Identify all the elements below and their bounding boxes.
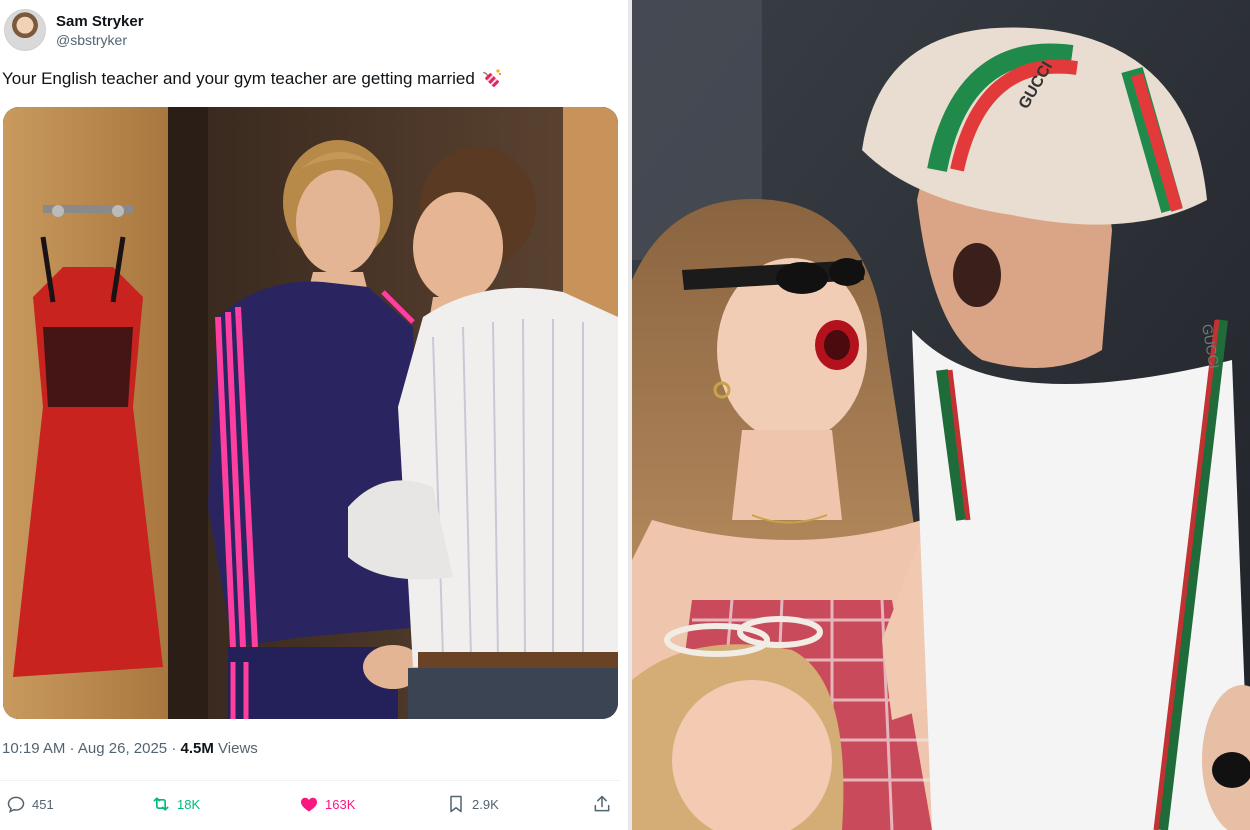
celebrity-photo: GUCCI GUCCI <box>632 0 1250 830</box>
tweet-header: Sam Stryker @sbstryker <box>4 6 144 54</box>
bookmark-icon <box>450 795 462 813</box>
tweet-actions: 451 18K 163K 2.9K <box>6 794 616 818</box>
bookmark-button[interactable]: 2.9K <box>446 794 499 814</box>
handle[interactable]: @sbstryker <box>56 31 144 49</box>
tweet-date[interactable]: Aug 26, 2025 <box>78 740 167 757</box>
photo-panel: GUCCI GUCCI <box>632 0 1250 830</box>
reply-count: 451 <box>32 796 54 812</box>
tweet-time[interactable]: 10:19 AM <box>2 740 65 757</box>
tweet-text: Your English teacher and your gym teache… <box>2 68 502 90</box>
tweet-card: Sam Stryker @sbstryker Your English teac… <box>0 0 628 830</box>
like-count: 163K <box>325 796 356 812</box>
reply-button[interactable]: 451 <box>6 794 54 814</box>
divider <box>0 780 620 781</box>
share-icon <box>594 795 610 812</box>
like-button[interactable]: 163K <box>299 794 355 814</box>
reply-icon <box>7 796 25 813</box>
author-names: Sam Stryker @sbstryker <box>56 12 144 49</box>
views-label: Views <box>218 740 258 757</box>
retweet-count: 18K <box>177 796 201 812</box>
retweet-icon <box>153 797 169 811</box>
tweet-meta: 10:19 AM · Aug 26, 2025 · 4.5M Views <box>2 740 258 757</box>
share-button[interactable] <box>592 794 618 814</box>
views-count: 4.5M <box>180 740 214 757</box>
tweet-media-image[interactable] <box>3 107 618 719</box>
firecracker-icon <box>483 69 501 87</box>
display-name[interactable]: Sam Stryker <box>56 12 144 31</box>
heart-icon <box>300 797 318 812</box>
tweet-text-content: Your English teacher and your gym teache… <box>2 69 475 88</box>
retweet-button[interactable]: 18K <box>151 794 200 814</box>
avatar[interactable] <box>4 9 46 51</box>
bookmark-count: 2.9K <box>472 796 499 812</box>
glee-still-image <box>3 107 618 719</box>
